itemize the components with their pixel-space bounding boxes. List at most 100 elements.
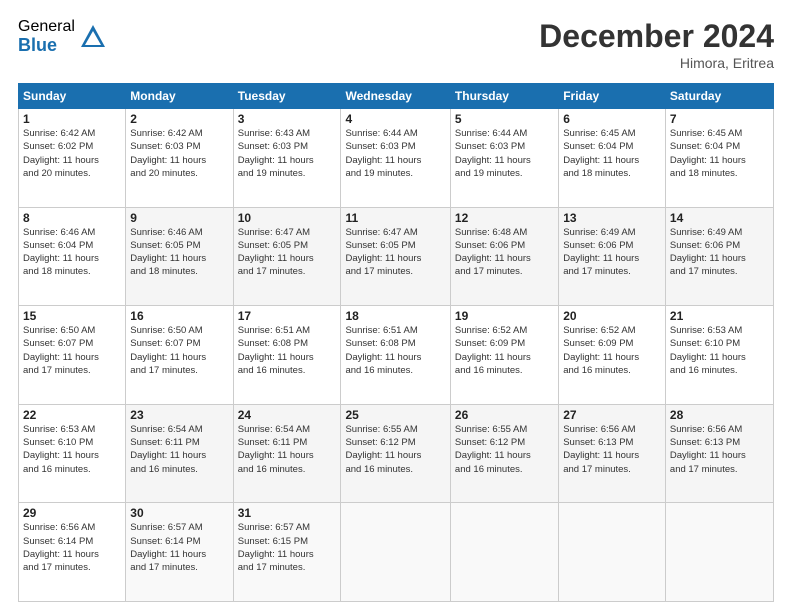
day-number: 3 (238, 112, 337, 126)
day-number: 9 (130, 211, 228, 225)
title-block: December 2024 Himora, Eritrea (539, 18, 774, 71)
day-number: 14 (670, 211, 769, 225)
calendar-cell: 27Sunrise: 6:56 AM Sunset: 6:13 PM Dayli… (559, 404, 666, 503)
calendar-cell: 21Sunrise: 6:53 AM Sunset: 6:10 PM Dayli… (665, 306, 773, 405)
calendar-cell: 29Sunrise: 6:56 AM Sunset: 6:14 PM Dayli… (19, 503, 126, 602)
header-day-monday: Monday (126, 84, 233, 109)
day-number: 10 (238, 211, 337, 225)
day-info: Sunrise: 6:52 AM Sunset: 6:09 PM Dayligh… (455, 324, 554, 377)
day-info: Sunrise: 6:57 AM Sunset: 6:15 PM Dayligh… (238, 521, 337, 574)
calendar-body: 1Sunrise: 6:42 AM Sunset: 6:02 PM Daylig… (19, 109, 774, 602)
day-number: 1 (23, 112, 121, 126)
calendar-cell: 28Sunrise: 6:56 AM Sunset: 6:13 PM Dayli… (665, 404, 773, 503)
calendar-cell: 6Sunrise: 6:45 AM Sunset: 6:04 PM Daylig… (559, 109, 666, 208)
logo-icon (79, 23, 107, 51)
day-info: Sunrise: 6:43 AM Sunset: 6:03 PM Dayligh… (238, 127, 337, 180)
calendar-cell (665, 503, 773, 602)
day-info: Sunrise: 6:56 AM Sunset: 6:13 PM Dayligh… (670, 423, 769, 476)
calendar-cell: 22Sunrise: 6:53 AM Sunset: 6:10 PM Dayli… (19, 404, 126, 503)
day-number: 8 (23, 211, 121, 225)
calendar-cell: 30Sunrise: 6:57 AM Sunset: 6:14 PM Dayli… (126, 503, 233, 602)
week-row-4: 22Sunrise: 6:53 AM Sunset: 6:10 PM Dayli… (19, 404, 774, 503)
day-info: Sunrise: 6:53 AM Sunset: 6:10 PM Dayligh… (670, 324, 769, 377)
day-info: Sunrise: 6:49 AM Sunset: 6:06 PM Dayligh… (670, 226, 769, 279)
calendar-cell: 31Sunrise: 6:57 AM Sunset: 6:15 PM Dayli… (233, 503, 341, 602)
day-info: Sunrise: 6:52 AM Sunset: 6:09 PM Dayligh… (563, 324, 661, 377)
calendar-cell: 4Sunrise: 6:44 AM Sunset: 6:03 PM Daylig… (341, 109, 450, 208)
calendar-cell (559, 503, 666, 602)
day-number: 6 (563, 112, 661, 126)
day-info: Sunrise: 6:46 AM Sunset: 6:05 PM Dayligh… (130, 226, 228, 279)
day-info: Sunrise: 6:56 AM Sunset: 6:13 PM Dayligh… (563, 423, 661, 476)
calendar-cell: 18Sunrise: 6:51 AM Sunset: 6:08 PM Dayli… (341, 306, 450, 405)
header-day-thursday: Thursday (450, 84, 558, 109)
calendar-cell: 11Sunrise: 6:47 AM Sunset: 6:05 PM Dayli… (341, 207, 450, 306)
day-number: 30 (130, 506, 228, 520)
header-row: SundayMondayTuesdayWednesdayThursdayFrid… (19, 84, 774, 109)
calendar: SundayMondayTuesdayWednesdayThursdayFrid… (18, 83, 774, 602)
day-info: Sunrise: 6:53 AM Sunset: 6:10 PM Dayligh… (23, 423, 121, 476)
calendar-cell: 8Sunrise: 6:46 AM Sunset: 6:04 PM Daylig… (19, 207, 126, 306)
day-number: 18 (345, 309, 445, 323)
day-info: Sunrise: 6:42 AM Sunset: 6:02 PM Dayligh… (23, 127, 121, 180)
day-info: Sunrise: 6:47 AM Sunset: 6:05 PM Dayligh… (238, 226, 337, 279)
day-number: 4 (345, 112, 445, 126)
calendar-cell: 5Sunrise: 6:44 AM Sunset: 6:03 PM Daylig… (450, 109, 558, 208)
calendar-cell (341, 503, 450, 602)
day-number: 12 (455, 211, 554, 225)
calendar-cell: 24Sunrise: 6:54 AM Sunset: 6:11 PM Dayli… (233, 404, 341, 503)
day-number: 19 (455, 309, 554, 323)
day-number: 25 (345, 408, 445, 422)
day-number: 20 (563, 309, 661, 323)
day-number: 22 (23, 408, 121, 422)
day-number: 21 (670, 309, 769, 323)
calendar-cell: 14Sunrise: 6:49 AM Sunset: 6:06 PM Dayli… (665, 207, 773, 306)
day-info: Sunrise: 6:48 AM Sunset: 6:06 PM Dayligh… (455, 226, 554, 279)
month-title: December 2024 (539, 18, 774, 55)
calendar-cell: 19Sunrise: 6:52 AM Sunset: 6:09 PM Dayli… (450, 306, 558, 405)
week-row-5: 29Sunrise: 6:56 AM Sunset: 6:14 PM Dayli… (19, 503, 774, 602)
day-info: Sunrise: 6:54 AM Sunset: 6:11 PM Dayligh… (130, 423, 228, 476)
day-info: Sunrise: 6:47 AM Sunset: 6:05 PM Dayligh… (345, 226, 445, 279)
day-info: Sunrise: 6:51 AM Sunset: 6:08 PM Dayligh… (345, 324, 445, 377)
calendar-cell: 16Sunrise: 6:50 AM Sunset: 6:07 PM Dayli… (126, 306, 233, 405)
page: General Blue December 2024 Himora, Eritr… (0, 0, 792, 612)
day-info: Sunrise: 6:50 AM Sunset: 6:07 PM Dayligh… (23, 324, 121, 377)
day-info: Sunrise: 6:55 AM Sunset: 6:12 PM Dayligh… (345, 423, 445, 476)
logo-general: General (18, 18, 75, 36)
calendar-cell: 13Sunrise: 6:49 AM Sunset: 6:06 PM Dayli… (559, 207, 666, 306)
day-number: 11 (345, 211, 445, 225)
day-number: 31 (238, 506, 337, 520)
logo-blue: Blue (18, 36, 75, 56)
header-day-wednesday: Wednesday (341, 84, 450, 109)
day-info: Sunrise: 6:45 AM Sunset: 6:04 PM Dayligh… (670, 127, 769, 180)
day-info: Sunrise: 6:45 AM Sunset: 6:04 PM Dayligh… (563, 127, 661, 180)
day-number: 28 (670, 408, 769, 422)
calendar-cell: 15Sunrise: 6:50 AM Sunset: 6:07 PM Dayli… (19, 306, 126, 405)
header-day-friday: Friday (559, 84, 666, 109)
calendar-cell: 17Sunrise: 6:51 AM Sunset: 6:08 PM Dayli… (233, 306, 341, 405)
day-number: 29 (23, 506, 121, 520)
day-number: 24 (238, 408, 337, 422)
header-day-saturday: Saturday (665, 84, 773, 109)
calendar-cell: 20Sunrise: 6:52 AM Sunset: 6:09 PM Dayli… (559, 306, 666, 405)
calendar-cell: 2Sunrise: 6:42 AM Sunset: 6:03 PM Daylig… (126, 109, 233, 208)
day-info: Sunrise: 6:55 AM Sunset: 6:12 PM Dayligh… (455, 423, 554, 476)
calendar-cell: 25Sunrise: 6:55 AM Sunset: 6:12 PM Dayli… (341, 404, 450, 503)
day-info: Sunrise: 6:42 AM Sunset: 6:03 PM Dayligh… (130, 127, 228, 180)
day-number: 15 (23, 309, 121, 323)
logo-text: General Blue (18, 18, 75, 55)
day-info: Sunrise: 6:54 AM Sunset: 6:11 PM Dayligh… (238, 423, 337, 476)
logo: General Blue (18, 18, 107, 55)
calendar-cell: 26Sunrise: 6:55 AM Sunset: 6:12 PM Dayli… (450, 404, 558, 503)
calendar-cell: 12Sunrise: 6:48 AM Sunset: 6:06 PM Dayli… (450, 207, 558, 306)
header: General Blue December 2024 Himora, Eritr… (18, 18, 774, 71)
calendar-cell: 1Sunrise: 6:42 AM Sunset: 6:02 PM Daylig… (19, 109, 126, 208)
day-number: 26 (455, 408, 554, 422)
day-info: Sunrise: 6:51 AM Sunset: 6:08 PM Dayligh… (238, 324, 337, 377)
week-row-1: 1Sunrise: 6:42 AM Sunset: 6:02 PM Daylig… (19, 109, 774, 208)
day-info: Sunrise: 6:44 AM Sunset: 6:03 PM Dayligh… (455, 127, 554, 180)
header-day-sunday: Sunday (19, 84, 126, 109)
header-day-tuesday: Tuesday (233, 84, 341, 109)
day-number: 7 (670, 112, 769, 126)
